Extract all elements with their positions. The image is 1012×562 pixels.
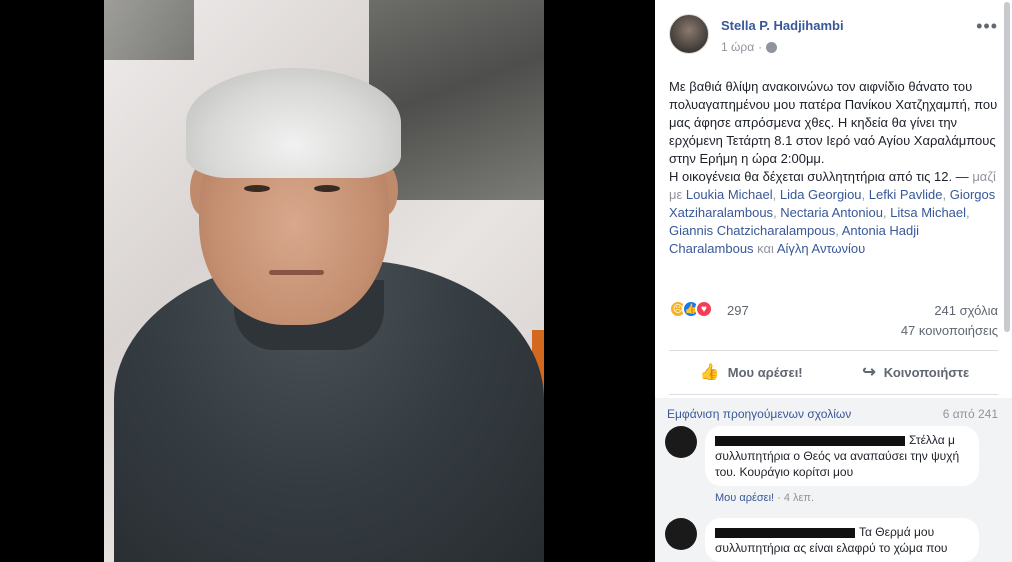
tag-separator: , bbox=[966, 205, 970, 220]
comment-bubble: Τα Θερμά μου συλλυπητήρια ας είναι ελαφρ… bbox=[705, 518, 979, 562]
author-avatar[interactable] bbox=[669, 14, 709, 54]
comments-page-count: 6 από 241 bbox=[942, 407, 998, 421]
meta-dot: · bbox=[758, 40, 763, 54]
tagged-person-3[interactable]: Lefki Pavlide bbox=[869, 187, 943, 202]
comment-actions: Μου αρέσει! · 4 λεπ. bbox=[715, 492, 814, 504]
reaction-icons[interactable]: ☹ 👍 ♥ bbox=[669, 300, 713, 318]
and-label: και bbox=[757, 241, 774, 256]
thumbs-up-icon: 👍 bbox=[699, 364, 720, 381]
post-photo[interactable] bbox=[104, 0, 544, 562]
tagged-person-7[interactable]: Giannis Chatzicharalampous bbox=[669, 223, 835, 238]
reactions-bar: ☹ 👍 ♥ 297 241 σχόλια bbox=[669, 300, 998, 322]
tagged-person-6[interactable]: Litsa Michael bbox=[890, 205, 966, 220]
post-text-second: Η οικογένεια θα δέχεται συλλητητήρια από… bbox=[669, 169, 973, 184]
commenter-name-redacted[interactable] bbox=[715, 527, 855, 538]
post-text: Με βαθιά θλίψη ανακοινώνω τον αιφνίδιο θ… bbox=[669, 78, 999, 258]
comment-bubble: Στέλλα μ συλλυπητήρια ο Θεός να αναπαύσε… bbox=[705, 426, 979, 486]
love-icon: ♥ bbox=[695, 300, 713, 318]
share-button-label: Κοινοποιήστε bbox=[883, 364, 970, 380]
post-side-panel: Stella P. Hadjihambi 1 ώρα · ••• Με βαθι… bbox=[655, 0, 1012, 562]
author-name[interactable]: Stella P. Hadjihambi bbox=[721, 18, 844, 33]
person-hair bbox=[186, 68, 401, 178]
share-button[interactable]: ↪ Κοινοποιήστε bbox=[834, 356, 999, 388]
commenter-avatar[interactable] bbox=[665, 518, 697, 550]
post-actions: 👍 Μου αρέσει! ↪ Κοινοποιήστε bbox=[669, 356, 998, 388]
marble-wall-dark bbox=[369, 0, 544, 200]
panel-scrollbar[interactable] bbox=[1004, 2, 1010, 332]
tag-separator: , bbox=[861, 187, 869, 202]
tag-separator: , bbox=[942, 187, 950, 202]
person-mouth bbox=[269, 270, 324, 275]
divider bbox=[669, 350, 998, 351]
comment: Τα Θερμά μου συλλυπητήρια ας είναι ελαφρ… bbox=[665, 518, 1005, 562]
tagged-person-1[interactable]: Loukia Michael bbox=[686, 187, 773, 202]
comment-time[interactable]: 4 λεπ. bbox=[784, 492, 814, 504]
tagged-person-5[interactable]: Nectaria Antoniou bbox=[780, 205, 883, 220]
reaction-count[interactable]: 297 bbox=[727, 303, 749, 318]
more-options-icon[interactable]: ••• bbox=[976, 16, 998, 37]
view-previous-comments-link[interactable]: Εμφάνιση προηγούμενων σχολίων bbox=[667, 407, 851, 421]
marble-wall-dark-corner bbox=[104, 0, 194, 60]
globe-icon[interactable] bbox=[766, 41, 778, 53]
tagged-person-2[interactable]: Lida Georgiou bbox=[780, 187, 862, 202]
post-header: Stella P. Hadjihambi 1 ώρα · ••• bbox=[669, 14, 998, 62]
tag-separator: , bbox=[772, 187, 780, 202]
comment: Στέλλα μ συλλυπητήρια ο Θεός να αναπαύσε… bbox=[665, 426, 1005, 504]
shares-count[interactable]: 47 κοινοποιήσεις bbox=[901, 323, 998, 338]
comment-like-link[interactable]: Μου αρέσει! bbox=[715, 492, 774, 504]
share-arrow-icon: ↪ bbox=[862, 364, 876, 381]
tagged-person-9[interactable]: Αίγλη Αντωνίου bbox=[777, 241, 865, 256]
like-button-label: Μου αρέσει! bbox=[727, 364, 803, 380]
comments-count[interactable]: 241 σχόλια bbox=[934, 303, 998, 318]
comments-section: Εμφάνιση προηγούμενων σχολίων 6 από 241 … bbox=[655, 398, 1012, 562]
photo-viewer bbox=[0, 0, 655, 562]
post-meta: 1 ώρα · bbox=[721, 40, 778, 54]
post-time[interactable]: 1 ώρα bbox=[721, 40, 754, 54]
divider bbox=[669, 394, 998, 395]
person-eye-left bbox=[244, 185, 270, 192]
like-button[interactable]: 👍 Μου αρέσει! bbox=[669, 356, 834, 388]
commenter-avatar[interactable] bbox=[665, 426, 697, 458]
comment-actions-separator: · bbox=[774, 492, 784, 504]
commenter-name-redacted[interactable] bbox=[715, 435, 905, 446]
post-text-main: Με βαθιά θλίψη ανακοινώνω τον αιφνίδιο θ… bbox=[669, 79, 998, 166]
person-eye-right bbox=[314, 185, 340, 192]
